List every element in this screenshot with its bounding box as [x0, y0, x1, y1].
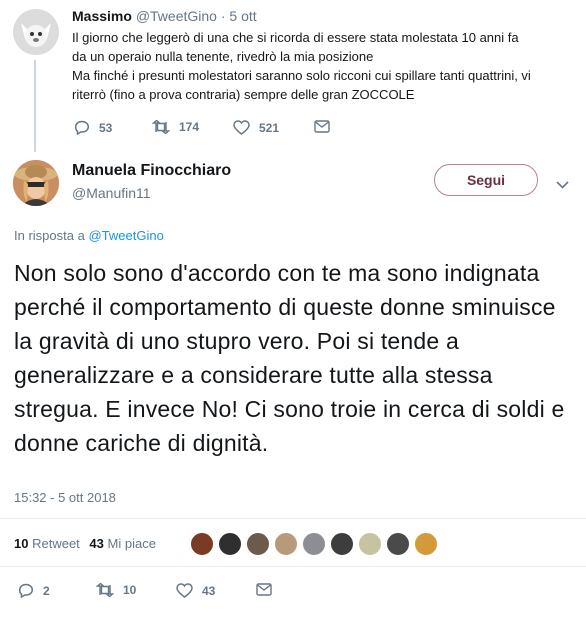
parent-like-button[interactable]: 521	[233, 120, 279, 135]
like-count: 43	[202, 583, 216, 598]
tweet-timestamp[interactable]: 15:32 - 5 ott 2018	[14, 490, 116, 505]
follow-button[interactable]: Segui	[434, 164, 538, 196]
reply-count: 2	[43, 583, 50, 598]
like-stat-count: 43	[89, 536, 104, 551]
parent-text-line: riterrò (fino a prova contraria) sempre …	[72, 87, 415, 102]
liker-avatar[interactable]	[274, 532, 298, 556]
liker-avatar[interactable]	[386, 532, 410, 556]
main-handle[interactable]: @Manufin11	[72, 185, 151, 201]
retweet-button[interactable]: 10	[96, 583, 136, 597]
parent-retweet-count: 174	[179, 120, 200, 134]
retweet-stat-label: Retweet	[32, 536, 80, 551]
parent-dm-button[interactable]	[314, 120, 339, 133]
liker-avatar[interactable]	[246, 532, 270, 556]
envelope-icon	[314, 120, 330, 133]
main-tweet-text: Non solo sono d'accordo con te ma sono i…	[14, 260, 565, 456]
parent-reply-count: 53	[99, 120, 113, 135]
reply-prefix: In risposta a	[14, 228, 85, 243]
thread-line	[34, 60, 36, 152]
main-avatar[interactable]	[13, 160, 59, 206]
retweet-count: 10	[123, 583, 137, 597]
reply-to-link[interactable]: @TweetGino	[88, 228, 163, 243]
parent-time[interactable]: · 5 ott	[221, 8, 257, 24]
divider	[0, 566, 586, 567]
reply-button[interactable]: 2	[18, 583, 50, 598]
liker-avatar[interactable]	[358, 532, 382, 556]
more-options-button[interactable]	[556, 176, 569, 194]
liker-avatar[interactable]	[330, 532, 354, 556]
parent-text-line: Ma finché i presunti molestatori saranno…	[72, 68, 531, 83]
heart-icon	[233, 120, 250, 135]
parent-handle[interactable]: @TweetGino	[136, 8, 217, 24]
liker-avatar[interactable]	[414, 532, 438, 556]
heart-icon	[176, 583, 193, 598]
in-reply-to: In risposta a @TweetGino	[14, 228, 164, 243]
retweet-icon	[96, 583, 114, 597]
parent-text-line: da un operaio nulla tenente, rivedrò la …	[72, 49, 374, 64]
reply-icon	[74, 120, 90, 135]
parent-text-line: Il giorno che leggerò di una che si rico…	[72, 30, 519, 45]
parent-header: Massimo @TweetGino · 5 ott	[72, 8, 257, 24]
liker-avatar[interactable]	[218, 532, 242, 556]
retweet-icon	[152, 120, 170, 134]
parent-reply-button[interactable]: 53	[74, 120, 112, 135]
parent-display-name[interactable]: Massimo	[72, 8, 132, 24]
liker-avatar[interactable]	[190, 532, 214, 556]
dm-button[interactable]	[256, 583, 281, 596]
like-stat-label: Mi piace	[107, 536, 156, 551]
parent-avatar[interactable]	[13, 9, 59, 55]
chevron-down-icon	[556, 181, 569, 189]
reply-icon	[18, 583, 34, 598]
divider	[0, 518, 586, 519]
main-display-name[interactable]: Manuela Finocchiaro	[72, 162, 231, 180]
liker-avatar[interactable]	[302, 532, 326, 556]
like-stat[interactable]: 43 Mi piace	[89, 536, 156, 551]
retweet-stat[interactable]: 10 Retweet	[14, 536, 83, 551]
envelope-icon	[256, 583, 272, 596]
parent-like-count: 521	[259, 120, 280, 135]
tweet-stats: 10 Retweet 43 Mi piace	[14, 536, 156, 551]
parent-retweet-button[interactable]: 174	[152, 120, 199, 134]
parent-tweet-text: Il giorno che leggerò di una che si rico…	[72, 28, 582, 104]
retweet-stat-count: 10	[14, 536, 29, 551]
like-button[interactable]: 43	[176, 583, 215, 598]
